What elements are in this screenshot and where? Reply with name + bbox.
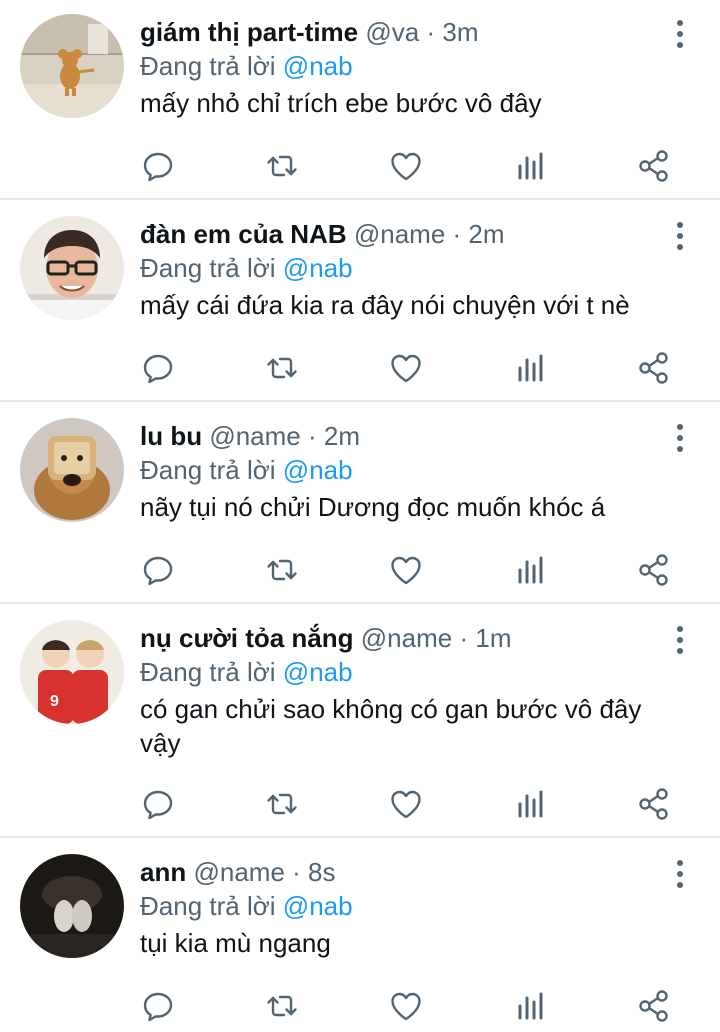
share-icon[interactable] [636, 552, 672, 588]
user-handle[interactable]: @name [193, 857, 284, 887]
tweet-actions [140, 552, 680, 588]
separator: · [308, 421, 317, 451]
mention-link[interactable]: @nab [283, 253, 353, 283]
retweet-icon[interactable] [264, 552, 300, 588]
more-options-icon[interactable] [670, 218, 690, 254]
reply-icon[interactable] [140, 350, 176, 386]
tweet-header: lu bu @name · 2m [140, 420, 700, 452]
more-options-icon[interactable] [670, 420, 690, 456]
replying-to: Đang trả lời @nab [140, 50, 700, 82]
user-handle[interactable]: @name [209, 421, 300, 451]
tweet-header: ann @name · 8s [140, 856, 700, 888]
analytics-icon[interactable] [512, 350, 548, 386]
avatar[interactable] [20, 216, 124, 320]
retweet-icon[interactable] [264, 786, 300, 822]
replying-to: Đang trả lời @nab [140, 252, 700, 284]
separator: · [426, 17, 436, 47]
reply-icon[interactable] [140, 552, 176, 588]
avatar[interactable]: 9 [20, 620, 124, 724]
user-handle[interactable]: @va [365, 17, 419, 47]
analytics-icon[interactable] [512, 552, 548, 588]
reply-prefix: Đang trả lời [140, 51, 276, 81]
tweet[interactable]: giám thị part-time @va · 3m Đang trả lời… [0, 0, 720, 198]
separator: · [292, 857, 301, 887]
svg-text:9: 9 [50, 693, 59, 710]
tweet[interactable]: ann @name · 8s Đang trả lời @nab tụi kia… [0, 838, 720, 1032]
like-icon[interactable] [388, 988, 424, 1024]
retweet-icon[interactable] [264, 350, 300, 386]
tweet-text: có gan chửi sao không có gan bước vô đây… [140, 694, 642, 758]
reply-icon[interactable] [140, 786, 176, 822]
display-name[interactable]: giám thị part-time [140, 17, 358, 47]
tweet[interactable]: lu bu @name · 2m Đang trả lời @nab nãy t… [0, 402, 720, 602]
user-handle[interactable]: @name [361, 623, 452, 653]
separator: · [459, 623, 469, 653]
reply-prefix: Đang trả lời [140, 657, 276, 687]
tweet-text: mấy nhỏ chỉ trích ebe bước vô đây [140, 88, 542, 118]
tweet-feed: giám thị part-time @va · 3m Đang trả lời… [0, 0, 720, 1032]
tweet-text: mấy cái đứa kia ra đây nói chuyện với t … [140, 290, 630, 320]
reply-prefix: Đang trả lời [140, 253, 276, 283]
mention-link[interactable]: @nab [283, 455, 353, 485]
like-icon[interactable] [388, 350, 424, 386]
tweet[interactable]: đàn em của NAB @name · 2m Đang trả lời @… [0, 200, 720, 400]
tweet-header: nụ cười tỏa nắng @name · 1m [140, 622, 700, 654]
analytics-icon[interactable] [512, 786, 548, 822]
timestamp[interactable]: 3m [442, 17, 478, 47]
share-icon[interactable] [636, 350, 672, 386]
replying-to: Đang trả lời @nab [140, 454, 700, 486]
user-handle[interactable]: @name [354, 219, 445, 249]
display-name[interactable]: ann [140, 857, 186, 887]
replying-to: Đang trả lời @nab [140, 656, 700, 688]
tweet-actions [140, 350, 680, 386]
replying-to: Đang trả lời @nab [140, 890, 700, 922]
avatar[interactable] [20, 14, 124, 118]
display-name[interactable]: nụ cười tỏa nắng [140, 623, 354, 653]
display-name[interactable]: đàn em của NAB [140, 219, 347, 249]
share-icon[interactable] [636, 148, 672, 184]
analytics-icon[interactable] [512, 988, 548, 1024]
timestamp[interactable]: 1m [475, 623, 511, 653]
timestamp[interactable]: 2m [468, 219, 504, 249]
reply-prefix: Đang trả lời [140, 891, 276, 921]
more-options-icon[interactable] [670, 16, 690, 52]
tweet-text: tụi kia mù ngang [140, 928, 331, 958]
reply-prefix: Đang trả lời [140, 455, 276, 485]
mention-link[interactable]: @nab [283, 657, 353, 687]
tweet[interactable]: 9 nụ cười tỏa nắng @name · 1m Đang trả l… [0, 604, 720, 836]
tweet-header: đàn em của NAB @name · 2m [140, 218, 700, 250]
like-icon[interactable] [388, 148, 424, 184]
reply-icon[interactable] [140, 148, 176, 184]
timestamp[interactable]: 2m [324, 421, 360, 451]
more-options-icon[interactable] [670, 856, 690, 892]
tweet-actions [140, 786, 680, 822]
like-icon[interactable] [388, 786, 424, 822]
avatar[interactable] [20, 854, 124, 958]
separator: · [452, 219, 462, 249]
mention-link[interactable]: @nab [283, 891, 353, 921]
analytics-icon[interactable] [512, 148, 548, 184]
more-options-icon[interactable] [670, 622, 690, 658]
retweet-icon[interactable] [264, 148, 300, 184]
timestamp[interactable]: 8s [308, 857, 335, 887]
like-icon[interactable] [388, 552, 424, 588]
mention-link[interactable]: @nab [283, 51, 353, 81]
tweet-text: nãy tụi nó chửi Dương đọc muốn khóc á [140, 492, 606, 522]
avatar[interactable] [20, 418, 124, 522]
share-icon[interactable] [636, 988, 672, 1024]
tweet-header: giám thị part-time @va · 3m [140, 16, 700, 48]
tweet-actions [140, 148, 680, 184]
reply-icon[interactable] [140, 988, 176, 1024]
retweet-icon[interactable] [264, 988, 300, 1024]
display-name[interactable]: lu bu [140, 421, 202, 451]
tweet-actions [140, 988, 680, 1024]
share-icon[interactable] [636, 786, 672, 822]
